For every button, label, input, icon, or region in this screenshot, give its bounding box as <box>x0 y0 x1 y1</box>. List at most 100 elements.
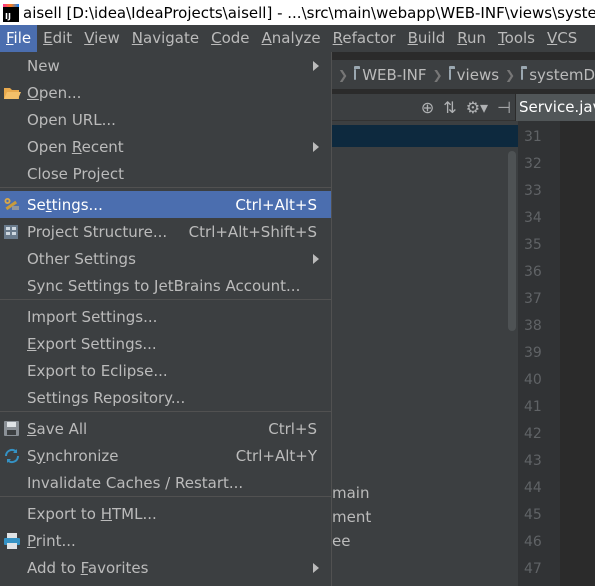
menu-refactor[interactable]: Refactor <box>327 25 402 52</box>
menu-item-other-settings[interactable]: Other Settings <box>0 245 331 272</box>
menu-item-export-settings[interactable]: Export Settings... <box>0 330 331 357</box>
submenu-arrow-icon <box>313 254 319 264</box>
menu-navigate[interactable]: Navigate <box>126 25 205 52</box>
title-bar: aisell [D:\idea\IdeaProjects\aisell] - .… <box>0 0 595 25</box>
gear-icon[interactable]: ⚙▾ <box>466 99 488 116</box>
menu-item-import-settings[interactable]: Import Settings... <box>0 303 331 330</box>
menu-item-label: Open... <box>27 83 82 102</box>
menu-item-label: Open Recent <box>27 137 124 156</box>
tree-item-fragment[interactable]: ment <box>332 508 371 526</box>
menu-item-label: Project Structure... <box>27 222 168 241</box>
menu-item-project-structure[interactable]: Project Structure... Ctrl+Alt+Shift+S <box>0 218 331 245</box>
code-editor[interactable] <box>560 121 595 586</box>
menu-item-new[interactable]: New <box>0 52 331 79</box>
project-structure-icon <box>3 223 21 241</box>
menu-item-shortcut: Ctrl+Alt+Shift+S <box>188 222 317 241</box>
menu-item-label: Export to HTML... <box>27 504 157 523</box>
line-number: 34 <box>524 210 542 226</box>
menu-edit[interactable]: Edit <box>37 25 78 52</box>
submenu-arrow-icon <box>313 61 319 71</box>
menu-run[interactable]: Run <box>451 25 492 52</box>
menu-code[interactable]: Code <box>205 25 255 52</box>
breadcrumb-item-systemd[interactable]: systemD <box>529 66 595 84</box>
breadcrumb-item-views[interactable]: views <box>457 66 499 84</box>
menu-file[interactable]: File <box>0 25 38 52</box>
line-number: 38 <box>524 318 542 334</box>
locate-file-icon[interactable]: ⊕ <box>421 99 434 116</box>
hide-panel-icon[interactable]: ⊣ <box>497 99 511 116</box>
menu-item-export-to-html[interactable]: Export to HTML... <box>0 500 331 527</box>
folder-icon <box>521 66 528 80</box>
menu-item-label: Import Settings... <box>27 307 158 326</box>
menu-item-sync-settings-to-jetbrains-account[interactable]: Sync Settings to JetBrains Account... <box>0 272 331 299</box>
sync-icon <box>3 447 21 465</box>
line-number: 41 <box>524 399 542 415</box>
menu-item-shortcut: Ctrl+Alt+S <box>235 195 317 214</box>
menu-item-label: Other Settings <box>27 249 136 268</box>
menu-item-label: Settings... <box>27 195 103 214</box>
menu-separator <box>0 299 331 300</box>
menu-item-open-recent[interactable]: Open Recent <box>0 133 331 160</box>
menu-bar: File Edit View Navigate Code Analyze Refactor B… <box>0 25 595 52</box>
menu-item-label: Export to Eclipse... <box>27 361 168 380</box>
line-number: 40 <box>524 372 542 388</box>
tool-window-header: ⊕ ⇅ ⚙▾ ⊣ Service.java <box>332 94 595 121</box>
line-number: 45 <box>524 507 542 523</box>
menu-item-label: Add to Favorites <box>27 558 149 577</box>
menu-separator <box>0 496 331 497</box>
editor-tab[interactable]: Service.java <box>515 94 595 121</box>
menu-item-settings[interactable]: Settings... Ctrl+Alt+S <box>0 191 331 218</box>
menu-item-save-all[interactable]: Save All Ctrl+S <box>0 415 331 442</box>
menu-separator <box>0 411 331 412</box>
line-number: 43 <box>524 453 542 469</box>
line-number: 37 <box>524 291 542 307</box>
tree-item-fragment[interactable]: main <box>332 484 369 502</box>
menu-item-shortcut: Ctrl+S <box>268 419 317 438</box>
project-toolbar: ⊕ ⇅ ⚙▾ ⊣ <box>332 94 515 121</box>
menu-item-close-project[interactable]: Close Project <box>0 160 331 187</box>
breadcrumb-separator: ❯ <box>432 67 443 82</box>
submenu-arrow-icon <box>313 142 319 152</box>
line-number: 44 <box>524 480 542 496</box>
menu-item-label: Synchronize <box>27 446 119 465</box>
project-scrollbar[interactable] <box>508 151 516 331</box>
line-number: 32 <box>524 156 542 172</box>
line-number: 46 <box>524 534 542 550</box>
line-number: 47 <box>524 561 542 577</box>
line-number: 36 <box>524 264 542 280</box>
menu-item-label: Open URL... <box>27 110 116 129</box>
line-number: 39 <box>524 345 542 361</box>
breadcrumb-separator: ❯ <box>505 67 516 82</box>
menu-item-label: Export Settings... <box>27 334 157 353</box>
printer-icon <box>3 532 21 550</box>
menu-item-invalidate-caches-restart[interactable]: Invalidate Caches / Restart... <box>0 469 331 496</box>
menu-item-label: Invalidate Caches / Restart... <box>27 473 244 492</box>
menu-item-settings-repository[interactable]: Settings Repository... <box>0 384 331 411</box>
menu-item-open[interactable]: Open... <box>0 79 331 106</box>
file-menu: New Open... Open URL... Open Recent Close Pr… <box>0 52 332 586</box>
menu-separator <box>0 187 331 188</box>
menu-item-shortcut: Ctrl+Alt+Y <box>235 446 317 465</box>
project-tree-selected-row[interactable] <box>332 125 518 147</box>
submenu-arrow-icon <box>313 563 319 573</box>
menu-tools[interactable]: Tools <box>492 25 541 52</box>
menu-vcs[interactable]: VCS <box>541 25 583 52</box>
menu-item-add-to-favorites[interactable]: Add to Favorites <box>0 554 331 581</box>
window-title: aisell [D:\idea\IdeaProjects\aisell] - .… <box>23 3 595 22</box>
menu-analyze[interactable]: Analyze <box>256 25 327 52</box>
menu-item-label: New <box>27 56 60 75</box>
menu-item-synchronize[interactable]: Synchronize Ctrl+Alt+Y <box>0 442 331 469</box>
project-panel: main ment ee <box>332 121 518 586</box>
tree-item-fragment[interactable]: ee <box>332 532 350 550</box>
menu-item-open-url[interactable]: Open URL... <box>0 106 331 133</box>
menu-item-print[interactable]: Print... <box>0 527 331 554</box>
menu-item-label: Settings Repository... <box>27 388 186 407</box>
breadcrumb-item-web-inf[interactable]: WEB-INF <box>362 66 426 84</box>
breadcrumb: ❯ WEB-INF ❯ views ❯ systemD <box>332 60 595 89</box>
menu-view[interactable]: View <box>78 25 126 52</box>
menu-build[interactable]: Build <box>402 25 452 52</box>
intellij-app-icon <box>3 3 19 22</box>
folder-icon <box>448 66 455 80</box>
collapse-all-icon[interactable]: ⇅ <box>443 99 456 116</box>
menu-item-export-to-eclipse[interactable]: Export to Eclipse... <box>0 357 331 384</box>
